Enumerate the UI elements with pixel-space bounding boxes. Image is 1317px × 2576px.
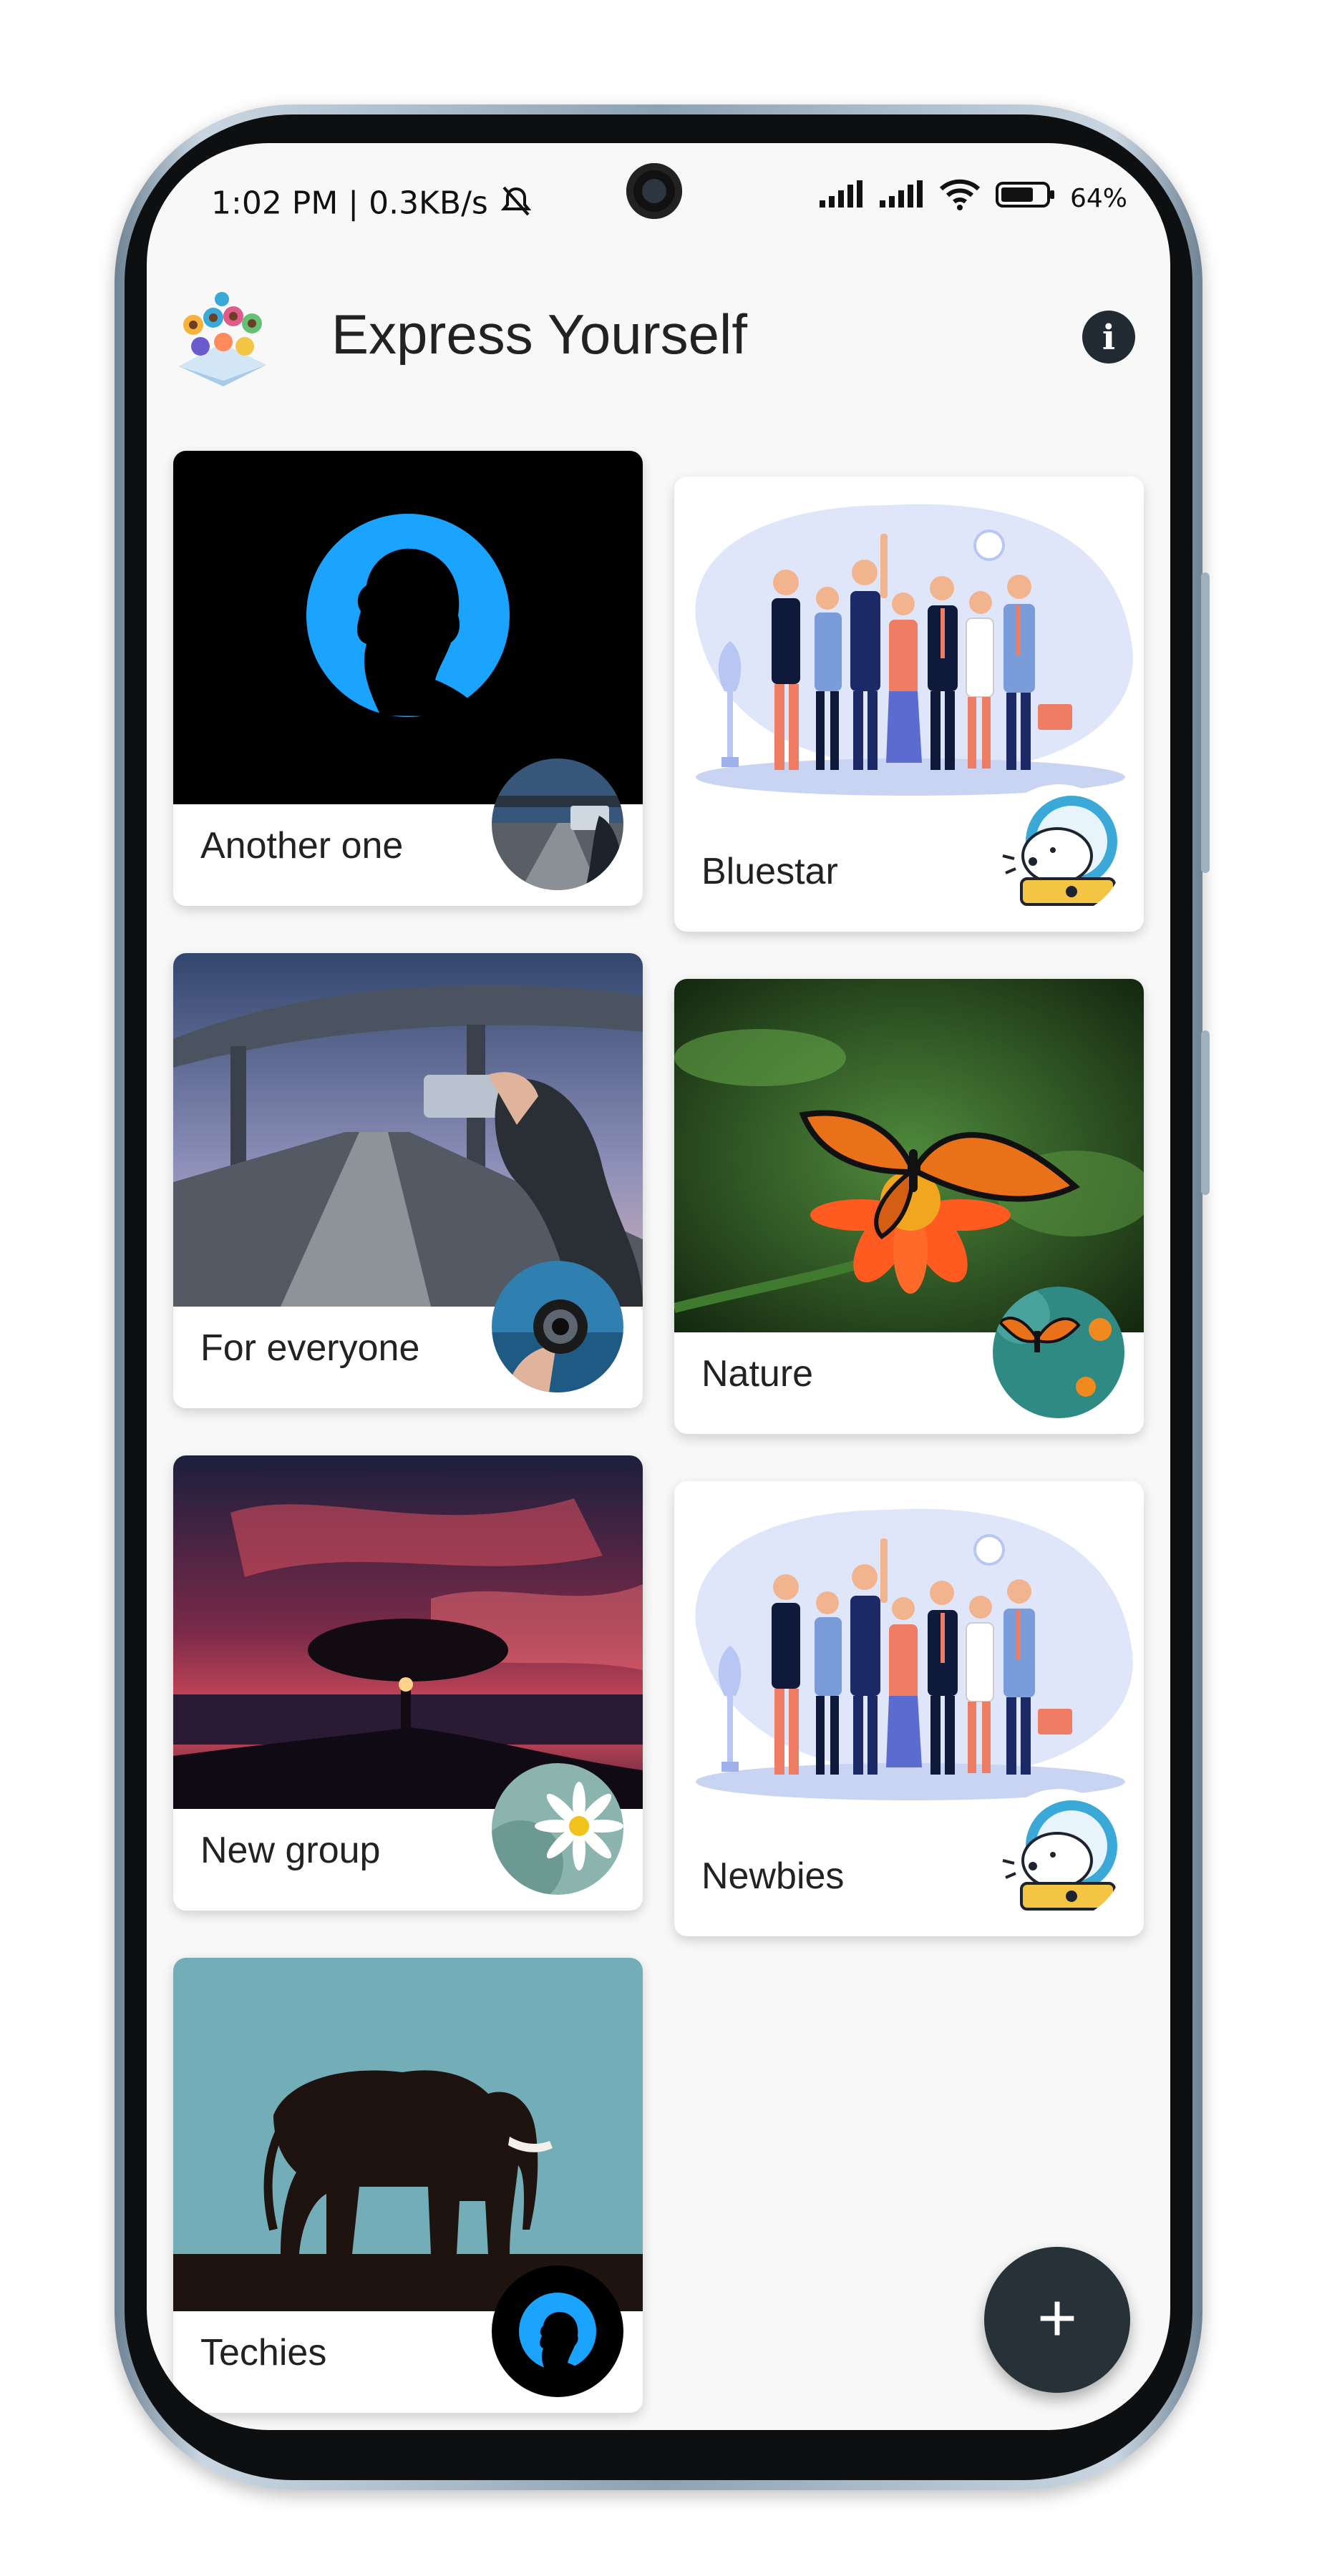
group-avatar <box>993 1287 1124 1418</box>
volume-button <box>1201 572 1210 873</box>
group-card[interactable]: Techies <box>173 1958 643 2413</box>
group-cover-image <box>173 1958 643 2311</box>
info-icon: i <box>1102 318 1116 358</box>
status-icons: 64% <box>818 179 1127 218</box>
group-cover-image <box>173 953 643 1307</box>
group-name: Another one <box>200 825 404 867</box>
group-avatar <box>492 2265 623 2397</box>
mute-icon <box>498 185 534 225</box>
group-avatar <box>492 1763 623 1895</box>
screen: 1:02 PM | 0.3KB/s 64% Express Yourself i… <box>147 143 1170 2430</box>
app-title: Express Yourself <box>331 303 748 366</box>
group-avatar <box>492 1261 623 1392</box>
group-name: Bluestar <box>701 851 838 892</box>
status-time-speed: 1:02 PM | 0.3KB/s <box>211 185 534 225</box>
battery-icon <box>995 180 1056 216</box>
group-avatar <box>993 1789 1124 1921</box>
signal-icon <box>878 180 924 216</box>
battery-percent: 64% <box>1069 183 1127 213</box>
group-name: Newbies <box>701 1855 845 1897</box>
group-cover-image <box>674 477 1144 830</box>
group-card[interactable]: For everyone <box>173 953 643 1408</box>
signal-icon <box>818 180 864 216</box>
group-card[interactable]: Nature <box>674 979 1144 1434</box>
group-cover-image <box>173 451 643 804</box>
group-card[interactable]: Bluestar <box>674 477 1144 932</box>
group-cover-image <box>674 1481 1144 1835</box>
group-cover-image <box>674 979 1144 1332</box>
info-button[interactable]: i <box>1082 311 1135 364</box>
group-cover-image <box>173 1455 643 1809</box>
app-logo <box>172 288 272 388</box>
add-group-button[interactable]: + <box>984 2247 1130 2393</box>
plus-icon: + <box>1036 2280 1078 2356</box>
group-name: Techies <box>200 2332 327 2373</box>
group-avatar <box>492 758 623 890</box>
group-name: Nature <box>701 1353 814 1395</box>
power-button <box>1201 1030 1210 1195</box>
front-camera <box>626 163 682 219</box>
wifi-icon <box>938 179 981 218</box>
group-card[interactable]: New group <box>173 1455 643 1911</box>
group-name: New group <box>200 1830 381 1871</box>
group-card[interactable]: Newbies <box>674 1481 1144 1936</box>
group-card[interactable]: Another one <box>173 451 643 906</box>
group-name: For everyone <box>200 1327 420 1369</box>
group-avatar <box>993 784 1124 916</box>
